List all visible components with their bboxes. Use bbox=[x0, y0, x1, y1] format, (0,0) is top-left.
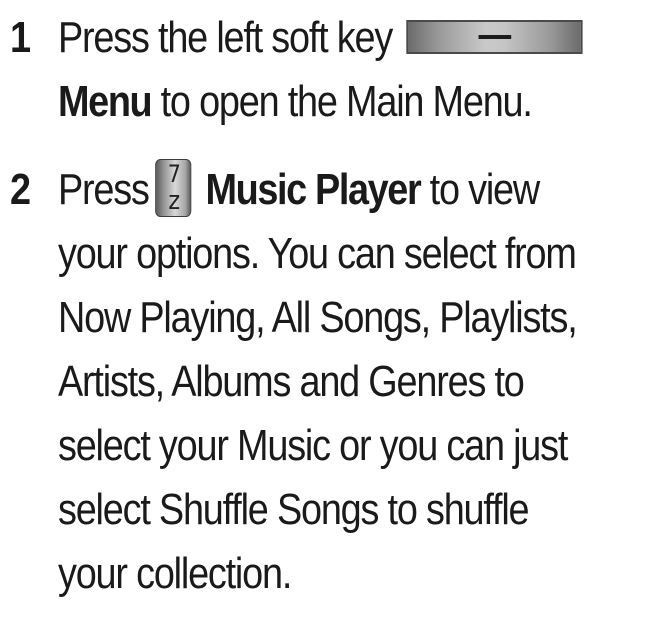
music-player-label: Music Player bbox=[205, 165, 421, 214]
instruction-line: Artists, Albums and Genres to bbox=[58, 357, 525, 406]
step-number: 2 bbox=[10, 165, 31, 214]
step-instructions: Press the left soft key Menu to open the… bbox=[58, 6, 583, 134]
key-digit: 7 bbox=[167, 160, 181, 189]
instruction-line: Press the left soft key bbox=[58, 6, 583, 70]
step-number: 1 bbox=[10, 13, 31, 62]
instruction-text: Press the left soft key bbox=[58, 13, 393, 62]
key-letter: z bbox=[168, 186, 180, 217]
instruction-text: to view bbox=[420, 165, 541, 214]
instruction-text: Press bbox=[58, 165, 150, 214]
instruction-line: Now Playing, All Songs, Playlists, bbox=[58, 293, 578, 342]
dash-glyph bbox=[478, 35, 512, 40]
step-instructions: Press 7 z Music Player to view your options… bbox=[58, 158, 583, 606]
instruction-line: Menu to open the Main Menu. bbox=[58, 70, 583, 134]
menu-label: Menu bbox=[58, 77, 153, 126]
key-7-z-icon: 7z bbox=[155, 159, 192, 218]
instruction-line: your collection. bbox=[58, 549, 292, 598]
instruction-line: Press 7 z Music Player to view bbox=[58, 158, 583, 222]
instruction-line: select Shuffle Songs to shuffle bbox=[58, 485, 530, 534]
soft-key-dash-icon bbox=[406, 20, 583, 55]
instruction-text: to open the Main Menu. bbox=[151, 77, 533, 126]
instruction-line: select your Music or you can just bbox=[58, 421, 568, 470]
instruction-line: your options. You can select from bbox=[58, 229, 577, 278]
